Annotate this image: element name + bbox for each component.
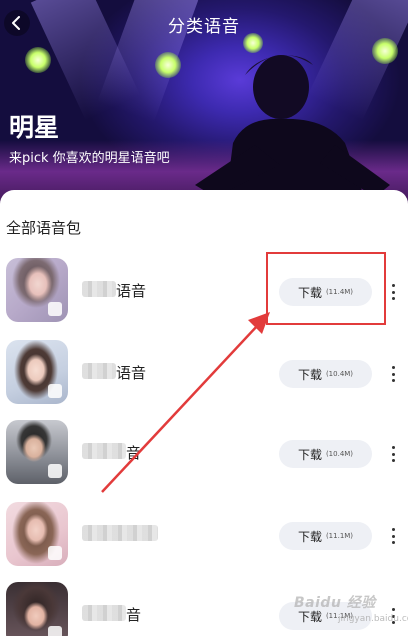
- list-item[interactable]: 音 下载 (10.4M): [0, 420, 408, 490]
- avatar: [6, 340, 68, 404]
- file-size: (11.1M): [325, 532, 354, 540]
- name-redaction: [82, 281, 116, 297]
- list-item[interactable]: 下载 (11.1M): [0, 502, 408, 572]
- section-title: 全部语音包: [6, 219, 82, 237]
- more-options-icon[interactable]: [386, 524, 400, 548]
- category-subtitle: 来pick 你喜欢的明星语音吧: [9, 151, 170, 166]
- voice-pack-name: 语音: [116, 364, 147, 382]
- performer-silhouette: [195, 55, 390, 205]
- name-redaction: [82, 443, 126, 459]
- voice-pack-name: 音: [126, 606, 142, 624]
- play-icon: [48, 626, 62, 636]
- download-label: 下载: [297, 529, 322, 544]
- avatar: [6, 502, 68, 566]
- name-redaction: [82, 605, 126, 621]
- category-heading: 明星: [9, 113, 60, 142]
- watermark-brand: Baidu 经验: [294, 595, 376, 611]
- file-size: (10.4M): [325, 370, 354, 378]
- avatar: [6, 420, 68, 484]
- stage-light: [25, 47, 51, 73]
- avatar: [6, 258, 68, 322]
- file-size: (10.4M): [325, 450, 354, 458]
- avatar: [6, 582, 68, 636]
- watermark-url: jingyan.baidu.com: [338, 614, 408, 624]
- more-options-icon[interactable]: [386, 442, 400, 466]
- download-label: 下载: [297, 367, 322, 382]
- name-redaction: [82, 525, 158, 541]
- more-options-icon[interactable]: [386, 362, 400, 386]
- play-icon: [48, 464, 62, 478]
- voice-pack-name: 音: [126, 444, 142, 462]
- name-redaction: [82, 363, 116, 379]
- play-icon: [48, 546, 62, 560]
- hero-banner: 分类语音 明星 来pick 你喜欢的明星语音吧: [0, 0, 408, 205]
- page-title: 分类语音: [168, 17, 240, 37]
- watermark: Baidu 经验 jingyan.baidu.com: [290, 590, 408, 634]
- download-button[interactable]: 下载 (10.4M): [279, 360, 372, 388]
- stage-light: [155, 52, 181, 78]
- play-icon: [48, 384, 62, 398]
- download-label: 下载: [297, 447, 322, 462]
- download-button[interactable]: 下载 (11.1M): [279, 522, 372, 550]
- play-icon: [48, 302, 62, 316]
- list-item[interactable]: 语音 下载 (10.4M): [0, 340, 408, 410]
- voice-pack-name: 语音: [116, 282, 147, 300]
- annotation-highlight-box: [266, 252, 386, 325]
- more-options-icon[interactable]: [386, 280, 400, 304]
- download-button[interactable]: 下载 (10.4M): [279, 440, 372, 468]
